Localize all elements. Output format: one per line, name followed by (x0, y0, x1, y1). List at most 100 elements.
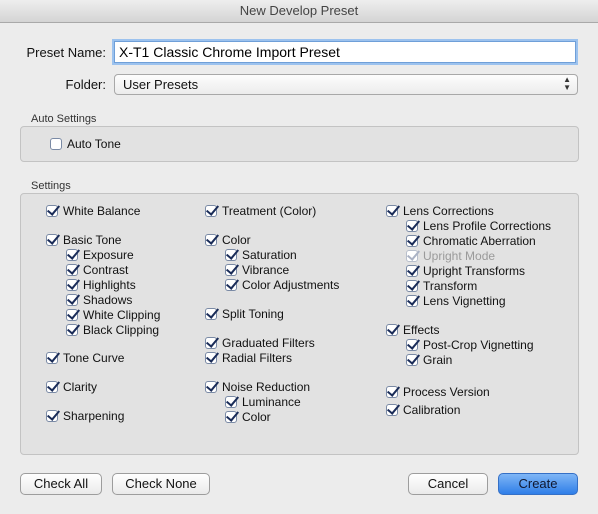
checkbox-icon (205, 233, 217, 246)
effects-checkbox[interactable]: Effects (386, 322, 439, 337)
checkbox-icon (225, 248, 237, 261)
saturation-checkbox[interactable]: Saturation (225, 247, 297, 262)
checkbox-icon (406, 294, 418, 307)
nr-color-label: Color (242, 409, 271, 424)
calibration-label: Calibration (403, 402, 461, 417)
calibration-checkbox[interactable]: Calibration (386, 402, 460, 417)
split-toning-checkbox[interactable]: Split Toning (205, 306, 284, 321)
transform-checkbox[interactable]: Transform (406, 278, 477, 293)
checkbox-icon (46, 380, 58, 393)
check-all-button[interactable]: Check All (20, 473, 102, 495)
check-none-button[interactable]: Check None (112, 473, 210, 495)
black-clipping-checkbox[interactable]: Black Clipping (66, 322, 159, 337)
checkbox-icon (205, 351, 217, 364)
shadows-checkbox[interactable]: Shadows (66, 292, 132, 307)
clarity-label: Clarity (63, 379, 98, 394)
checkbox-icon (66, 248, 78, 261)
tone-curve-label: Tone Curve (63, 350, 125, 365)
radial-filters-checkbox[interactable]: Radial Filters (205, 350, 292, 365)
vibrance-checkbox[interactable]: Vibrance (225, 262, 289, 277)
sharpening-checkbox[interactable]: Sharpening (46, 408, 124, 423)
white-balance-label: White Balance (63, 203, 141, 218)
checkbox-icon (46, 409, 58, 422)
checkbox-icon (66, 263, 78, 276)
checkbox-icon (66, 278, 78, 291)
checkbox-icon (66, 308, 78, 321)
basic-tone-label: Basic Tone (63, 232, 122, 247)
post-crop-vignetting-label: Post-Crop Vignetting (423, 337, 534, 352)
auto-settings-title: Auto Settings (31, 113, 97, 125)
checkbox-icon (205, 307, 217, 320)
grain-checkbox[interactable]: Grain (406, 352, 452, 367)
treatment-color-checkbox[interactable]: Treatment (Color) (205, 203, 316, 218)
checkbox-icon (46, 233, 58, 246)
luminance-label: Luminance (242, 394, 301, 409)
cancel-button[interactable]: Cancel (408, 473, 488, 495)
radial-filters-label: Radial Filters (222, 350, 293, 365)
chromatic-aberration-checkbox[interactable]: Chromatic Aberration (406, 233, 536, 248)
noise-reduction-checkbox[interactable]: Noise Reduction (205, 379, 310, 394)
lens-vignetting-label: Lens Vignetting (423, 293, 506, 308)
auto-tone-checkbox[interactable]: Auto Tone (50, 136, 121, 151)
checkbox-icon (386, 403, 398, 416)
checkbox-icon (386, 385, 398, 398)
checkbox-icon (225, 410, 237, 423)
folder-select-value: User Presets (123, 77, 199, 92)
checkbox-icon (406, 234, 418, 247)
color-adjustments-checkbox[interactable]: Color Adjustments (225, 277, 339, 292)
preset-name-input[interactable] (114, 41, 576, 63)
exposure-checkbox[interactable]: Exposure (66, 247, 134, 262)
color-checkbox[interactable]: Color (205, 232, 251, 247)
effects-label: Effects (403, 322, 440, 337)
checkbox-icon (46, 204, 58, 217)
checkbox-icon (66, 293, 78, 306)
split-toning-label: Split Toning (222, 306, 284, 321)
basic-tone-checkbox[interactable]: Basic Tone (46, 232, 121, 247)
window-title: New Develop Preset (0, 0, 598, 23)
upright-mode-checkbox: Upright Mode (406, 248, 495, 263)
saturation-label: Saturation (242, 247, 297, 262)
nr-color-checkbox[interactable]: Color (225, 409, 271, 424)
exposure-label: Exposure (83, 247, 134, 262)
graduated-filters-label: Graduated Filters (222, 335, 315, 350)
lens-vignetting-checkbox[interactable]: Lens Vignetting (406, 293, 506, 308)
checkbox-icon (66, 323, 78, 336)
upright-transforms-checkbox[interactable]: Upright Transforms (406, 263, 525, 278)
white-balance-checkbox[interactable]: White Balance (46, 203, 140, 218)
up-down-arrows-icon: ▲ ▼ (563, 75, 571, 92)
checkbox-icon (225, 278, 237, 291)
upright-transforms-label: Upright Transforms (423, 263, 526, 278)
upright-mode-label: Upright Mode (423, 248, 496, 263)
luminance-checkbox[interactable]: Luminance (225, 394, 301, 409)
checkbox-icon (225, 263, 237, 276)
checkbox-icon (406, 249, 418, 262)
checkbox-icon (50, 137, 62, 150)
contrast-label: Contrast (83, 262, 129, 277)
post-crop-vignetting-checkbox[interactable]: Post-Crop Vignetting (406, 337, 534, 352)
white-clipping-checkbox[interactable]: White Clipping (66, 307, 160, 322)
auto-tone-label: Auto Tone (67, 136, 121, 151)
clarity-checkbox[interactable]: Clarity (46, 379, 97, 394)
folder-select[interactable]: User Presets ▲ ▼ (114, 74, 578, 95)
contrast-checkbox[interactable]: Contrast (66, 262, 128, 277)
tone-curve-checkbox[interactable]: Tone Curve (46, 350, 124, 365)
sharpening-label: Sharpening (63, 408, 125, 423)
color-label: Color (222, 232, 251, 247)
lens-profile-corrections-label: Lens Profile Corrections (423, 218, 552, 233)
highlights-checkbox[interactable]: Highlights (66, 277, 136, 292)
black-clipping-label: Black Clipping (83, 322, 160, 337)
process-version-checkbox[interactable]: Process Version (386, 384, 490, 399)
lens-profile-corrections-checkbox[interactable]: Lens Profile Corrections (406, 218, 551, 233)
noise-reduction-label: Noise Reduction (222, 379, 311, 394)
checkbox-icon (386, 204, 398, 217)
lens-corrections-checkbox[interactable]: Lens Corrections (386, 203, 494, 218)
create-button[interactable]: Create (498, 473, 578, 495)
settings-title: Settings (31, 180, 71, 192)
shadows-label: Shadows (83, 292, 133, 307)
checkbox-icon (406, 264, 418, 277)
checkbox-icon (46, 351, 58, 364)
preset-name-label: Preset Name: (26, 45, 106, 60)
white-clipping-label: White Clipping (83, 307, 161, 322)
graduated-filters-checkbox[interactable]: Graduated Filters (205, 335, 315, 350)
process-version-label: Process Version (403, 384, 490, 399)
